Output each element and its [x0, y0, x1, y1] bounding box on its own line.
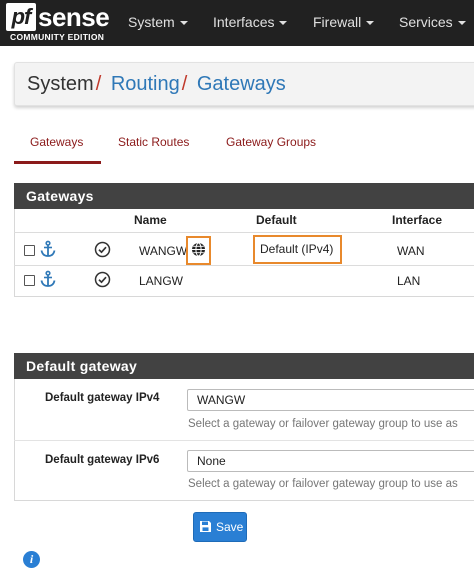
- column-header-name: Name: [134, 213, 167, 227]
- nav-menu-label: System: [128, 14, 175, 30]
- breadcrumb-separator: /: [95, 73, 102, 95]
- caret-down-icon: [179, 21, 188, 26]
- default-gateway-ipv4-help: Select a gateway or failover gateway gro…: [188, 418, 458, 430]
- pfsense-logo[interactable]: pf sense COMMUNITY EDITION: [6, 2, 110, 43]
- anchor-icon[interactable]: [39, 270, 57, 288]
- caret-down-icon: [366, 21, 375, 26]
- breadcrumb-separator: /: [181, 73, 188, 95]
- gateway-name: LANGW: [139, 274, 184, 288]
- nav-menu-label: Services: [399, 14, 453, 30]
- nav-menu-system[interactable]: System: [128, 0, 188, 46]
- gateway-interface: WAN: [397, 244, 425, 258]
- save-button[interactable]: Save: [193, 512, 247, 542]
- logo-edition: COMMUNITY EDITION: [10, 32, 105, 42]
- tab-static-routes[interactable]: Static Routes: [118, 128, 189, 164]
- logo-pf-mark: pf: [6, 3, 36, 31]
- caret-down-icon: [457, 21, 466, 26]
- default-gateway-ipv4-label: Default gateway IPv4: [45, 392, 160, 404]
- gateway-interface: LAN: [397, 274, 421, 288]
- column-header-interface: Interface: [392, 213, 443, 227]
- globe-icon: [192, 242, 205, 257]
- check-circle-icon: [94, 241, 111, 258]
- column-header-default: Default: [256, 213, 297, 227]
- tab-gateway-groups[interactable]: Gateway Groups: [226, 128, 316, 164]
- breadcrumb-link-gateways[interactable]: Gateways: [197, 73, 286, 95]
- nav-menu-label: Interfaces: [213, 14, 275, 30]
- floppy-disk-icon: [200, 521, 211, 532]
- caret-down-icon: [279, 21, 288, 26]
- breadcrumb-link-routing[interactable]: Routing: [111, 73, 180, 95]
- nav-menu-services[interactable]: Services: [399, 0, 466, 46]
- form-divider: [14, 440, 474, 441]
- nav-menu-label: Firewall: [313, 14, 362, 30]
- anchor-icon[interactable]: [39, 240, 57, 258]
- gateway-default-status: Default (IPv4): [260, 242, 334, 256]
- check-circle-icon: [94, 271, 111, 288]
- default-gateway-ipv6-select[interactable]: None: [187, 450, 474, 472]
- nav-menu-firewall[interactable]: Firewall: [313, 0, 375, 46]
- logo-wordmark: sense: [38, 2, 110, 32]
- row-select-checkbox[interactable]: [24, 245, 35, 256]
- breadcrumb: System / Routing / Gateways: [27, 73, 286, 96]
- gateway-name: WANGW: [139, 244, 188, 258]
- breadcrumb-root: System: [27, 73, 94, 95]
- save-button-label: Save: [216, 520, 244, 534]
- breadcrumb-bar: System / Routing / Gateways: [14, 62, 474, 106]
- nav-menu-interfaces[interactable]: Interfaces: [213, 0, 288, 46]
- default-gateway-ipv6-label: Default gateway IPv6: [45, 454, 160, 466]
- table-header-divider: [14, 232, 474, 233]
- table-row-divider: [14, 265, 474, 266]
- tab-gateways[interactable]: Gateways: [14, 128, 101, 164]
- row-select-checkbox[interactable]: [24, 275, 35, 286]
- gateways-panel-title: Gateways: [14, 183, 474, 209]
- default-gateway-ipv4-select[interactable]: WANGW: [187, 389, 474, 411]
- info-icon[interactable]: i: [23, 551, 40, 568]
- top-navbar: pf sense COMMUNITY EDITION System Interf…: [0, 0, 474, 46]
- default-gateway-ipv6-help: Select a gateway or failover gateway gro…: [188, 478, 458, 490]
- default-gateway-panel-title: Default gateway: [14, 353, 474, 379]
